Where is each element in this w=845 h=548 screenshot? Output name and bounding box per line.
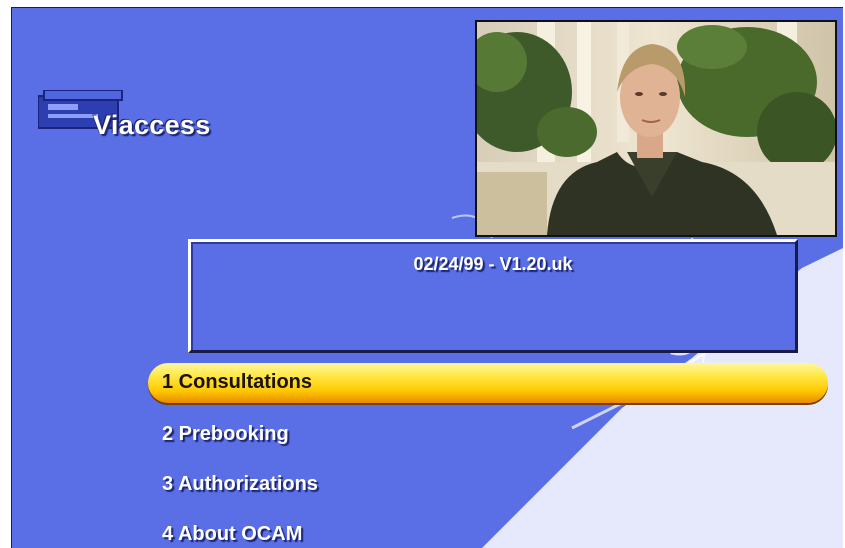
menu-item-label: 3 Authorizations: [162, 473, 318, 495]
menu-item-authorizations[interactable]: 3 Authorizations: [148, 465, 828, 505]
video-frame-image: [477, 22, 835, 235]
menu-item-label: 1 Consultations: [162, 371, 313, 393]
menu-item-label: 2 Prebooking: [162, 423, 289, 445]
viaccess-logo: Viaccess: [38, 90, 248, 150]
menu-item-consultations[interactable]: 1 Consultations: [148, 363, 828, 403]
logo-text: Viaccess: [93, 110, 211, 140]
version-text: 02/24/99 - V1.20.uk: [413, 254, 573, 274]
tv-screen: Viaccess 02/24/99 - V1.20.uk 1 Consultat…: [11, 7, 843, 548]
menu-item-about-ocam[interactable]: 4 About OCAM: [148, 515, 828, 548]
menu-item-label: 4 About OCAM: [162, 523, 303, 545]
video-preview: [475, 20, 837, 237]
info-panel: 02/24/99 - V1.20.uk: [188, 239, 798, 353]
menu-item-prebooking[interactable]: 2 Prebooking: [148, 415, 828, 455]
